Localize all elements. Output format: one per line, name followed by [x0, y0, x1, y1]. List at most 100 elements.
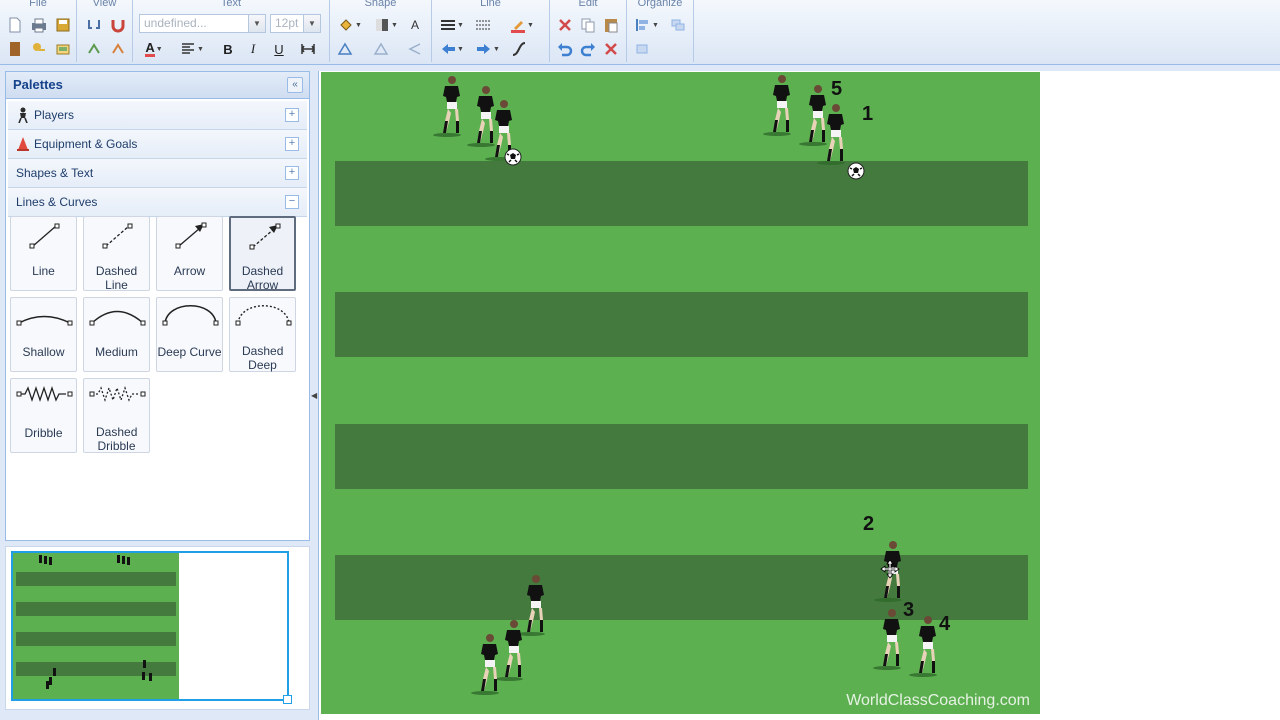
shape-group: Shape ▼ ▼ A	[330, 0, 432, 62]
flip-icon[interactable]	[372, 40, 390, 58]
grid-icon[interactable]	[85, 40, 103, 58]
player-figure[interactable]	[433, 74, 467, 138]
expand-icon[interactable]: +	[285, 108, 299, 122]
arrow-end-icon[interactable]: ▼	[474, 40, 502, 58]
deep-curve-icon	[162, 305, 219, 326]
font-size-combo[interactable]: 12pt ▼	[270, 14, 321, 33]
tile-label: Dashed Dribble	[96, 425, 138, 453]
player-figure[interactable]	[817, 102, 851, 166]
tile-dashed-deep[interactable]: Dashed Deep	[229, 297, 296, 372]
tile-label: Dashed Arrow	[241, 264, 284, 292]
snap-icon[interactable]	[109, 40, 127, 58]
font-family-combo[interactable]: undefined... ▼	[139, 14, 266, 33]
tile-label: Dashed Deep	[242, 344, 284, 372]
tile-line[interactable]: Line	[10, 216, 77, 291]
player-figure[interactable]	[763, 73, 797, 137]
ball-icon[interactable]	[504, 148, 522, 166]
dashed-dribble-icon	[89, 385, 146, 403]
align-icon[interactable]: ▼	[179, 40, 205, 58]
player-number[interactable]: 1	[862, 103, 873, 126]
print-icon[interactable]	[30, 16, 48, 34]
palette-label: Lines & Curves	[16, 195, 98, 209]
line-group: Line ▼ ▼ ▼ ▼	[432, 0, 550, 62]
line-color-icon[interactable]: ▼	[508, 16, 536, 34]
navigator-panel	[5, 546, 310, 710]
export-icon[interactable]	[54, 40, 72, 58]
bold-icon[interactable]: B	[219, 40, 237, 58]
key-icon[interactable]	[30, 40, 48, 58]
rotate-icon[interactable]	[406, 40, 424, 58]
field-stripe	[335, 292, 1028, 357]
tile-arrow[interactable]: Arrow	[156, 216, 223, 291]
soccer-field[interactable]: 5 1 2 3 4 WorldClassCoaching.com	[321, 72, 1040, 714]
tile-dashed-line[interactable]: Dashed Line	[83, 216, 150, 292]
ungroup-icon[interactable]	[633, 40, 651, 58]
tile-dashed-arrow[interactable]: Dashed Arrow	[229, 216, 296, 292]
view-group: View	[77, 0, 133, 62]
collapse-left-icon[interactable]: «	[287, 77, 303, 93]
copy-icon[interactable]	[579, 16, 597, 34]
tile-dribble[interactable]: Dribble	[10, 378, 77, 453]
tile-dashed-dribble[interactable]: Dashed Dribble	[83, 378, 150, 453]
chevron-down-icon[interactable]: ▼	[303, 15, 320, 32]
tile-label: Arrow	[173, 264, 206, 278]
cut-icon[interactable]	[556, 16, 574, 34]
tile-label: Dashed Line	[95, 264, 138, 292]
expand-icon[interactable]: +	[285, 166, 299, 180]
underline-icon[interactable]: U	[270, 40, 288, 58]
shallow-curve-icon	[16, 315, 73, 326]
dashed-arrow-icon	[249, 223, 281, 250]
tile-label: Deep Curve	[157, 345, 222, 359]
line-style-icon[interactable]	[474, 16, 492, 34]
italic-icon[interactable]: I	[244, 40, 262, 58]
arrange-icon[interactable]: ▼	[633, 16, 661, 34]
fill-icon[interactable]: ▼	[336, 16, 364, 34]
palette-lines-curves[interactable]: Lines & Curves −	[8, 188, 307, 217]
field-stripe	[335, 424, 1028, 489]
collapse-icon[interactable]: −	[285, 195, 299, 209]
text-style-icon[interactable]: A	[406, 16, 424, 34]
player-figure[interactable]	[909, 614, 943, 678]
new-icon[interactable]	[6, 16, 24, 34]
open-icon[interactable]	[6, 40, 24, 58]
redo-icon[interactable]	[579, 40, 597, 58]
paste-icon[interactable]	[602, 16, 620, 34]
medium-curve-icon	[89, 310, 146, 326]
group-icon[interactable]	[669, 16, 687, 34]
line-weight-icon[interactable]: ▼	[438, 16, 466, 34]
collapse-arrow-icon[interactable]: ◀	[311, 391, 317, 400]
tile-deep-curve[interactable]: Deep Curve	[156, 297, 223, 372]
player-figure[interactable]	[471, 632, 505, 696]
player-figure[interactable]	[873, 607, 907, 671]
panel-splitter[interactable]: ◀	[310, 71, 318, 720]
zoom-in-icon[interactable]	[85, 16, 103, 34]
navigator-thumbnail	[13, 553, 179, 699]
palette-players[interactable]: Players +	[8, 101, 307, 130]
delete-icon[interactable]	[602, 40, 620, 58]
text-width-icon[interactable]	[299, 40, 317, 58]
navigator-viewport[interactable]	[11, 551, 292, 704]
connector-icon[interactable]	[510, 40, 528, 58]
magnet-icon[interactable]	[109, 16, 127, 34]
player-number[interactable]: 5	[831, 78, 842, 101]
player-number[interactable]: 2	[863, 513, 874, 536]
tile-medium[interactable]: Medium	[83, 297, 150, 372]
navigator-resize-handle[interactable]	[283, 695, 292, 704]
palette-shapes-text[interactable]: Shapes & Text +	[8, 159, 307, 188]
shadow-icon[interactable]	[336, 40, 354, 58]
undo-icon[interactable]	[556, 40, 574, 58]
font-color-icon[interactable]: A ▼	[141, 40, 167, 58]
expand-icon[interactable]: +	[285, 137, 299, 151]
text-group-title: Text	[220, 0, 242, 9]
tile-label: Medium	[95, 345, 138, 359]
gradient-icon[interactable]: ▼	[372, 16, 400, 34]
palettes-header: Palettes «	[6, 72, 309, 99]
ball-icon[interactable]	[847, 162, 865, 180]
save-icon[interactable]	[54, 16, 72, 34]
tile-shallow[interactable]: Shallow	[10, 297, 77, 372]
chevron-down-icon[interactable]: ▼	[248, 15, 265, 32]
cone-icon	[17, 137, 29, 151]
arrow-start-icon[interactable]: ▼	[438, 40, 466, 58]
canvas-area[interactable]: 5 1 2 3 4 WorldClassCoaching.com	[318, 71, 1280, 720]
palette-equipment-goals[interactable]: Equipment & Goals +	[8, 130, 307, 159]
